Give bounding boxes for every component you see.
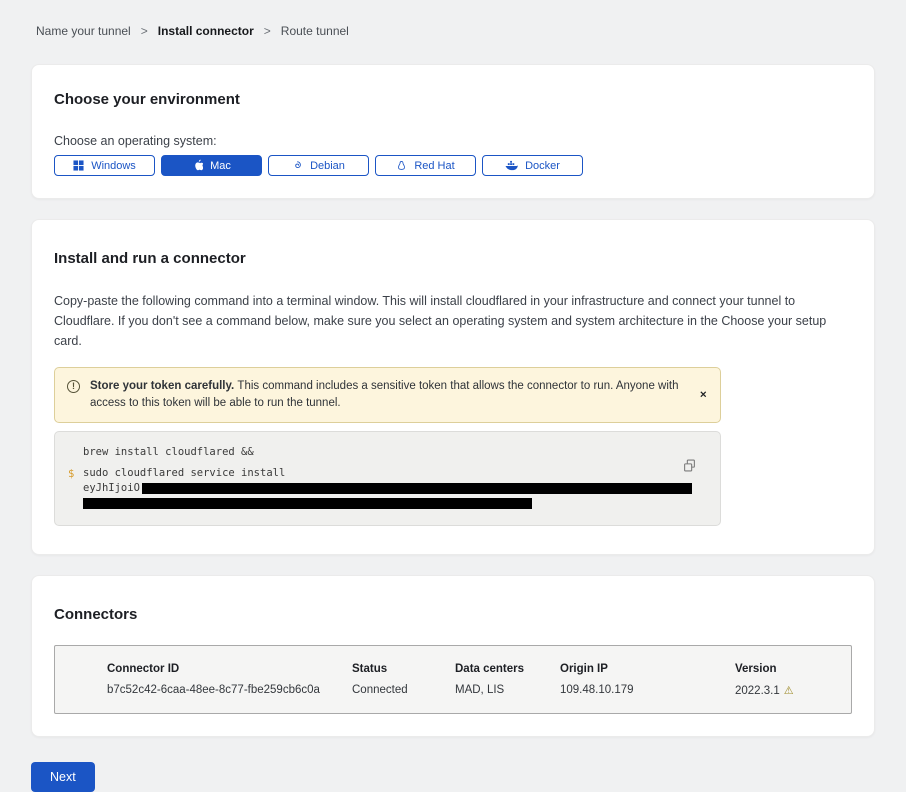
code-line-sudo: sudo cloudflared service install [83, 466, 676, 481]
table-column-status: Status Connected [352, 663, 455, 697]
origin-ip-value: 109.48.10.179 [560, 684, 735, 696]
windows-icon [73, 160, 84, 171]
table-column-origin-ip: Origin IP 109.48.10.179 [560, 663, 735, 697]
connectors-card-title: Connectors [54, 606, 852, 623]
os-button-docker[interactable]: Docker [482, 155, 583, 176]
copy-icon [683, 460, 696, 475]
breadcrumb-install-connector[interactable]: Install connector [158, 24, 254, 38]
install-connector-card: Install and run a connector Copy-paste t… [31, 219, 875, 555]
os-button-label: Red Hat [414, 160, 454, 172]
version-value: 2022.3.1 ⚠ [735, 684, 831, 697]
apple-icon [192, 159, 203, 172]
install-description: Copy-paste the following command into a … [54, 291, 852, 351]
os-button-label: Docker [525, 160, 560, 172]
breadcrumb: Name your tunnel > Install connector > R… [0, 0, 906, 38]
breadcrumb-route-tunnel[interactable]: Route tunnel [281, 24, 349, 38]
os-button-debian[interactable]: Debian [268, 155, 369, 176]
breadcrumb-name-your-tunnel[interactable]: Name your tunnel [36, 24, 131, 38]
os-button-mac[interactable]: Mac [161, 155, 262, 176]
docker-icon [505, 160, 518, 171]
code-line-token-continued [83, 496, 676, 511]
debian-icon [292, 160, 303, 171]
os-button-group: Windows Mac Debian Red Hat Docker [54, 155, 852, 176]
next-button[interactable]: Next [31, 762, 95, 792]
breadcrumb-separator: > [264, 24, 271, 38]
data-centers-value: MAD, LIS [455, 684, 560, 696]
connectors-table: Connector ID b7c52c42-6caa-48ee-8c77-fbe… [54, 645, 852, 714]
redacted-token-bar [142, 483, 692, 494]
close-icon[interactable]: ✕ [699, 387, 707, 404]
code-line-brew: brew install cloudflared && [83, 445, 676, 460]
os-button-windows[interactable]: Windows [54, 155, 155, 176]
redhat-icon [396, 160, 407, 172]
code-line-token: eyJhIjoiO [83, 481, 676, 496]
banner-text: Store your token carefully. This command… [90, 378, 680, 412]
connector-id-value: b7c52c42-6caa-48ee-8c77-fbe259cb6c0a [107, 684, 352, 696]
column-header: Connector ID [107, 663, 352, 675]
column-header: Origin IP [560, 663, 735, 675]
status-badge: Connected [352, 684, 455, 696]
environment-card-title: Choose your environment [54, 91, 852, 108]
column-header: Version [735, 663, 831, 675]
redacted-token-bar [83, 498, 532, 509]
table-column-version: Version 2022.3.1 ⚠ [735, 663, 831, 697]
table-column-data-centers: Data centers MAD, LIS [455, 663, 560, 697]
install-card-title: Install and run a connector [54, 250, 852, 267]
version-number: 2022.3.1 [735, 685, 780, 697]
os-select-label: Choose an operating system: [54, 134, 852, 148]
os-button-label: Debian [310, 160, 345, 172]
table-column-connector-id: Connector ID b7c52c42-6caa-48ee-8c77-fbe… [107, 663, 352, 697]
breadcrumb-separator: > [141, 24, 148, 38]
connectors-card: Connectors Connector ID b7c52c42-6caa-48… [31, 575, 875, 737]
copy-command-button[interactable] [683, 459, 696, 475]
token-warning-banner: ! Store your token carefully. This comma… [54, 367, 721, 423]
column-header: Status [352, 663, 455, 675]
banner-bold-text: Store your token carefully. [90, 380, 237, 392]
warning-triangle-icon: ⚠ [784, 685, 794, 697]
install-command-codeblock: $ brew install cloudflared && sudo cloud… [54, 431, 721, 526]
os-button-redhat[interactable]: Red Hat [375, 155, 476, 176]
os-button-label: Windows [91, 160, 136, 172]
info-icon: ! [67, 380, 80, 393]
choose-environment-card: Choose your environment Choose an operat… [31, 64, 875, 199]
token-prefix: eyJhIjoiO [83, 482, 140, 494]
shell-prompt: $ [68, 467, 74, 482]
column-header: Data centers [455, 663, 560, 675]
os-button-label: Mac [210, 160, 231, 172]
